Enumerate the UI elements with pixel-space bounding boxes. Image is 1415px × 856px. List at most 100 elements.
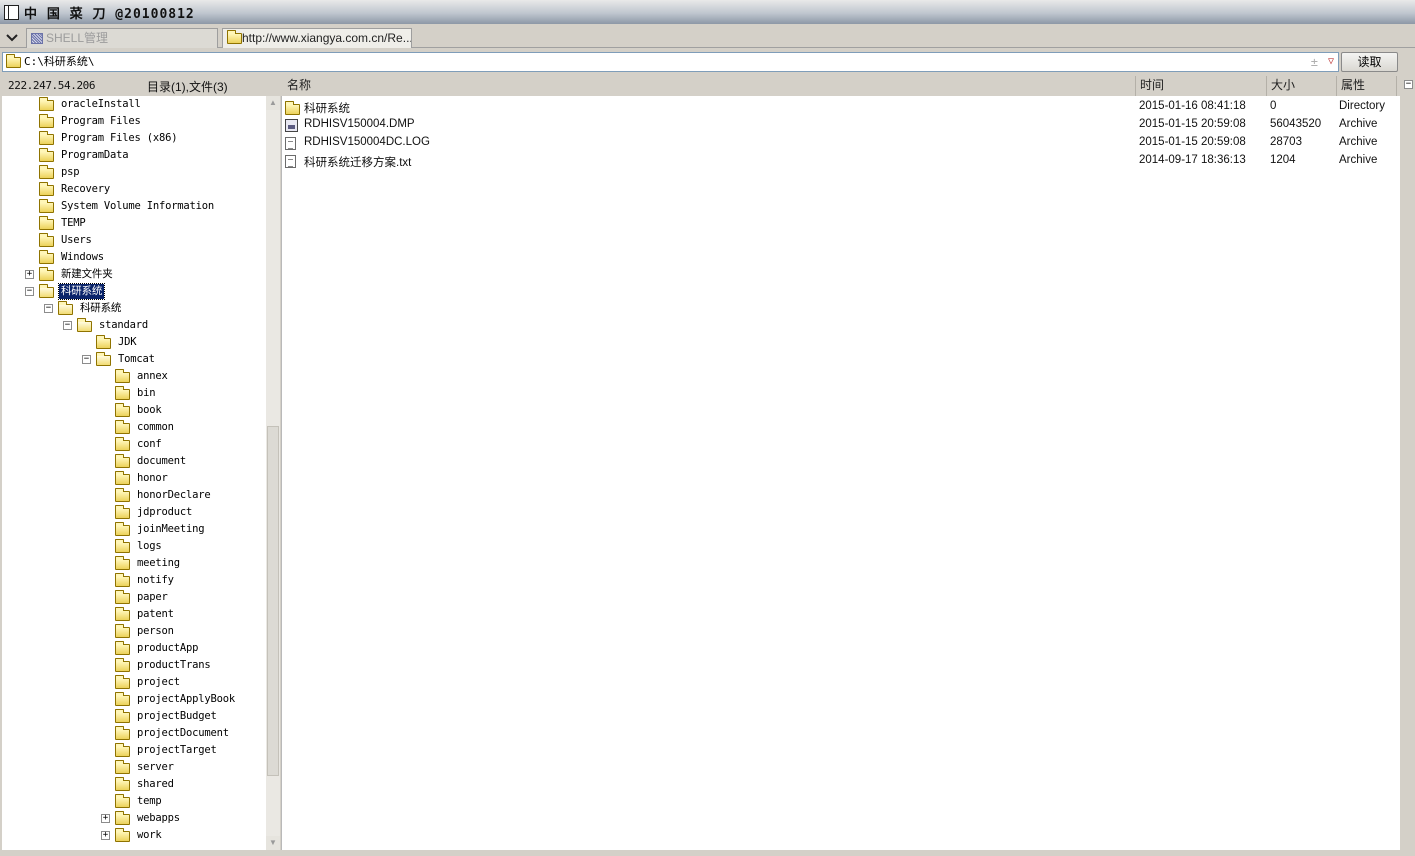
tree-item-label: projectTarget — [137, 744, 217, 756]
collapse-icon[interactable]: − — [44, 304, 53, 313]
tree-item-label: webapps — [137, 812, 180, 824]
file-row[interactable]: 科研系统迁移方案.txt 2014-09-17 18:36:13 1204 Archi… — [282, 152, 1399, 170]
plus-minus-icon[interactable]: ± — [1311, 53, 1318, 71]
tree-item[interactable]: logs — [115, 538, 164, 555]
tree-item[interactable]: webapps — [115, 810, 182, 827]
read-button[interactable]: 读取 — [1341, 52, 1398, 72]
scroll-thumb[interactable] — [267, 426, 279, 776]
expand-icon[interactable]: + — [101, 814, 110, 823]
collapse-icon[interactable]: − — [1404, 80, 1413, 89]
tree-item[interactable]: bin — [115, 385, 157, 402]
tree-item[interactable]: Users — [39, 232, 94, 249]
tree-item[interactable]: projectApplyBook — [115, 691, 237, 708]
tree-item[interactable]: project — [115, 674, 182, 691]
scroll-up-icon[interactable]: ▲ — [266, 96, 280, 110]
tree-item[interactable]: TEMP — [39, 215, 88, 232]
tree-item[interactable]: projectTarget — [115, 742, 219, 759]
tree-item[interactable]: honorDeclare — [115, 487, 212, 504]
tree-item-label: patent — [137, 608, 174, 620]
tree-item-label: psp — [61, 166, 80, 178]
file-time: 2015-01-15 20:59:08 — [1139, 118, 1246, 130]
folder-open-icon — [39, 284, 54, 298]
tree-item[interactable]: Windows — [39, 249, 106, 266]
tree-item[interactable]: server — [115, 759, 176, 776]
tree-item[interactable]: jdproduct — [115, 504, 194, 521]
column-time[interactable]: 时间 — [1136, 76, 1267, 96]
tree-item[interactable]: ProgramData — [39, 147, 130, 164]
collapse-icon[interactable]: − — [82, 355, 91, 364]
tree-item[interactable]: productApp — [115, 640, 200, 657]
tree-item[interactable]: 新建文件夹 — [39, 266, 115, 283]
tree-item[interactable]: temp — [115, 793, 164, 810]
tree-item-label: conf — [137, 438, 162, 450]
tree-item[interactable]: shared — [115, 776, 176, 793]
column-attr[interactable]: 属性 — [1337, 76, 1397, 96]
tree-item[interactable]: productTrans — [115, 657, 212, 674]
tree-item-label: Recovery — [61, 183, 110, 195]
tab-shell-manager[interactable]: SHELL管理 — [26, 28, 218, 48]
title-bar: 中 国 菜 刀 @20100812 — [0, 0, 1415, 24]
tree-item[interactable]: Program Files — [39, 113, 143, 130]
path-input[interactable]: C:\科研系统\ ± ▽ — [2, 52, 1339, 72]
tree-item-label: honor — [137, 472, 168, 484]
folder-icon — [115, 505, 130, 519]
folder-icon — [285, 101, 300, 115]
tree-item[interactable]: annex — [115, 368, 170, 385]
tree-item[interactable]: 科研系统 — [58, 300, 123, 317]
tree-item-label: project — [137, 676, 180, 688]
directory-tree[interactable]: oracleInstall Program Files Program Files … — [2, 96, 266, 850]
folder-icon — [115, 641, 130, 655]
tree-item[interactable]: oracleInstall — [39, 96, 143, 113]
file-list[interactable]: 科研系统 2015-01-16 08:41:18 0 Directory RDHISV1… — [281, 96, 1400, 850]
tree-item[interactable]: joinMeeting — [115, 521, 206, 538]
tree-item[interactable]: patent — [115, 606, 176, 623]
tree-item[interactable]: standard — [77, 317, 150, 334]
tree-item-label: work — [137, 829, 162, 841]
tree-item[interactable]: common — [115, 419, 176, 436]
chevron-down-icon[interactable] — [2, 28, 22, 48]
collapse-icon[interactable]: − — [25, 287, 34, 296]
tree-item[interactable]: book — [115, 402, 164, 419]
tree-item[interactable]: psp — [39, 164, 81, 181]
tree-item[interactable]: conf — [115, 436, 164, 453]
dump-file-icon — [285, 119, 298, 132]
expand-icon[interactable]: + — [101, 831, 110, 840]
bottom-strip — [0, 850, 1415, 856]
file-row[interactable]: 科研系统 2015-01-16 08:41:18 0 Directory — [282, 98, 1399, 116]
file-row[interactable]: RDHISV150004DC.LOG 2015-01-15 20:59:08 287… — [282, 134, 1399, 152]
tree-item[interactable]: honor — [115, 470, 170, 487]
tree-item[interactable]: System Volume Information — [39, 198, 216, 215]
window-title: 中 国 菜 刀 @20100812 — [24, 6, 195, 22]
tree-item-label: Users — [61, 234, 92, 246]
expand-icon[interactable]: + — [25, 270, 34, 279]
column-name[interactable]: 名称 — [283, 76, 1136, 96]
tree-item[interactable]: Recovery — [39, 181, 112, 198]
tree-item[interactable]: document — [115, 453, 188, 470]
folder-icon — [115, 675, 130, 689]
tree-item[interactable]: projectBudget — [115, 708, 219, 725]
tree-scrollbar[interactable]: ▲ ▼ — [266, 96, 280, 850]
tree-item[interactable]: work — [115, 827, 164, 844]
tab-site-url[interactable]: http://www.xiangya.com.cn/Re... — [222, 28, 412, 48]
scroll-down-icon[interactable]: ▼ — [266, 836, 280, 850]
tree-item-label: productTrans — [137, 659, 211, 671]
collapse-icon[interactable]: − — [63, 321, 72, 330]
tab-label: SHELL管理 — [46, 31, 109, 45]
tree-item-label: 科研系统 — [80, 302, 122, 314]
tree-item[interactable]: paper — [115, 589, 170, 606]
tree-item[interactable]: Program Files (x86) — [39, 130, 179, 147]
tree-item-label: 科研系统 — [57, 283, 106, 300]
file-row[interactable]: RDHISV150004.DMP 2015-01-15 20:59:08 56043… — [282, 116, 1399, 134]
tree-item-label: 新建文件夹 — [61, 268, 113, 280]
tree-item[interactable]: 科研系统 — [39, 283, 106, 300]
tree-item[interactable]: meeting — [115, 555, 182, 572]
folder-icon — [39, 182, 54, 196]
column-size[interactable]: 大小 — [1267, 76, 1337, 96]
tree-item[interactable]: person — [115, 623, 176, 640]
dropdown-icon[interactable]: ▽ — [1328, 53, 1334, 71]
tree-item[interactable]: JDK — [96, 334, 138, 351]
tree-item[interactable]: projectDocument — [115, 725, 231, 742]
tree-item[interactable]: Tomcat — [96, 351, 157, 368]
tree-item[interactable]: notify — [115, 572, 176, 589]
file-time: 2015-01-15 20:59:08 — [1139, 136, 1246, 148]
